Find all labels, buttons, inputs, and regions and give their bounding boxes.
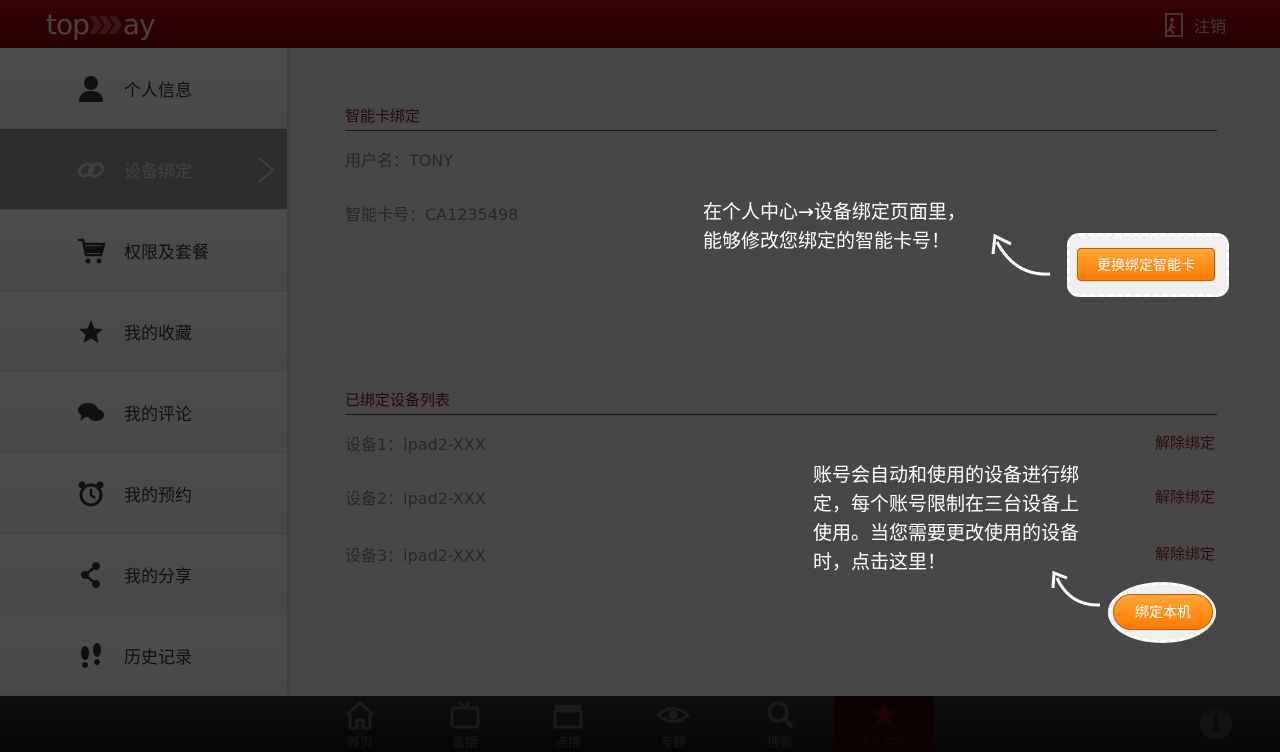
bind-device-button[interactable]: 绑定本机: [1113, 594, 1213, 630]
sidebar-item-permissions[interactable]: 权限及套餐: [0, 210, 287, 291]
share-icon: [81, 562, 100, 588]
chevron-right-icon: [258, 157, 275, 183]
username-text: 用户名：TONY: [345, 150, 454, 170]
card-number-text: 智能卡号：CA1235498: [345, 204, 519, 224]
sidebar-item-favorites[interactable]: 我的收藏: [0, 291, 287, 372]
sidebar-item-comments[interactable]: 我的评论: [0, 372, 287, 453]
tab-label: 首页: [346, 736, 373, 751]
sidebar-item-label: 个人信息: [124, 80, 192, 101]
cart-icon: [78, 238, 106, 264]
search-icon: [767, 701, 794, 729]
sidebar-item-label: 历史记录: [124, 647, 192, 668]
card-section-title: 智能卡绑定: [345, 107, 421, 125]
tab-topics[interactable]: 专题: [623, 696, 723, 752]
tv-icon: [450, 701, 480, 729]
tab-label: 点播: [554, 736, 581, 751]
home-icon: [345, 701, 375, 730]
tab-personal-center[interactable]: 个人中心: [834, 696, 934, 752]
alarm-clock-icon: [78, 481, 104, 507]
exit-door-icon: [1164, 13, 1183, 37]
tip-card-text: 在个人中心→设备绑定页面里， 能够修改您绑定的智能卡号！: [703, 198, 966, 256]
info-button[interactable]: i: [1200, 708, 1232, 740]
tip-line: 能够修改您绑定的智能卡号！: [703, 230, 951, 252]
device-section-title: 已绑定设备列表: [345, 391, 451, 409]
tab-home[interactable]: 首页: [310, 696, 410, 752]
tip-device-text: 账号会自动和使用的设备进行绑 定，每个账号限制在三台设备上 使用。当您需要更改使…: [813, 461, 1079, 577]
star-icon: [79, 320, 103, 343]
sidebar-item-shares[interactable]: 我的分享: [0, 534, 287, 615]
tip-line: 使用。当您需要更改使用的设备: [813, 522, 1080, 544]
sidebar-item-label: 设备绑定: [124, 161, 192, 182]
comment-icon: [78, 403, 104, 421]
star-icon: [871, 702, 897, 727]
tip-line: 在个人中心→设备绑定页面里，: [703, 201, 966, 223]
sidebar-item-label: 我的评论: [124, 404, 192, 425]
tab-live[interactable]: 直播: [415, 696, 515, 752]
divider: [345, 130, 1217, 131]
tip-line: 定，每个账号限制在三台设备上: [813, 493, 1080, 515]
logo-mark-icon: [88, 16, 122, 34]
sidebar-item-label: 我的收藏: [124, 323, 192, 344]
change-card-button[interactable]: 更换绑定智能卡: [1077, 248, 1215, 281]
bottom-nav: 首页 直播 点播 专题 搜索 个人中心 i: [0, 696, 1280, 752]
device-row: 设备1：ipad2-XXX 解除绑定: [345, 416, 1217, 470]
clapperboard-icon: [553, 705, 583, 729]
tab-vod[interactable]: 点播: [518, 696, 618, 752]
tip-line: 账号会自动和使用的设备进行绑: [813, 464, 1080, 486]
sidebar-item-history[interactable]: 历史记录: [0, 615, 287, 696]
tab-search[interactable]: 搜索: [730, 696, 830, 752]
divider: [345, 414, 1217, 415]
sidebar-item-label: 权限及套餐: [124, 242, 209, 263]
logout-label: 注销: [1193, 17, 1226, 36]
logout-button[interactable]: 注销: [1160, 12, 1226, 38]
tab-label: 直播: [451, 736, 478, 751]
tab-label: 专题: [659, 736, 686, 751]
device-name: 设备3：ipad2-XXX: [345, 545, 486, 565]
username-row: 用户名：TONY: [345, 132, 1217, 186]
tip-arrow-icon: [1051, 570, 1101, 607]
tip-line: 时，点击这里！: [813, 551, 947, 573]
device-name: 设备2：ipad2-XXX: [345, 488, 486, 508]
tip-arrow-icon: [991, 233, 1051, 276]
user-icon: [79, 76, 103, 102]
sidebar-item-label: 我的预约: [124, 485, 192, 506]
link-icon: [77, 162, 105, 178]
footprints-icon: [81, 643, 101, 668]
unbind-link[interactable]: 解除绑定: [1155, 543, 1215, 564]
unbind-link[interactable]: 解除绑定: [1155, 486, 1215, 507]
tab-label: 搜索: [766, 736, 793, 751]
eye-icon: [656, 707, 690, 723]
sidebar-item-profile[interactable]: 个人信息: [0, 48, 287, 129]
tab-label: 个人中心: [857, 736, 910, 751]
sidebar-item-reservations[interactable]: 我的预约: [0, 453, 287, 534]
sidebar-item-device-binding[interactable]: 设备绑定: [0, 129, 287, 210]
app-logo: top ay: [46, 8, 156, 41]
device-name: 设备1：ipad2-XXX: [345, 434, 486, 454]
sidebar: 个人信息 设备绑定 权限及套餐 我的收藏 我的评论 我的预约 我的分享 历史记录: [0, 48, 290, 696]
top-bar: top ay 注销: [0, 0, 1280, 48]
device-row: 设备2：ipad2-XXX 解除绑定: [345, 470, 1217, 524]
unbind-link[interactable]: 解除绑定: [1155, 432, 1215, 453]
sidebar-item-label: 我的分享: [124, 566, 192, 587]
